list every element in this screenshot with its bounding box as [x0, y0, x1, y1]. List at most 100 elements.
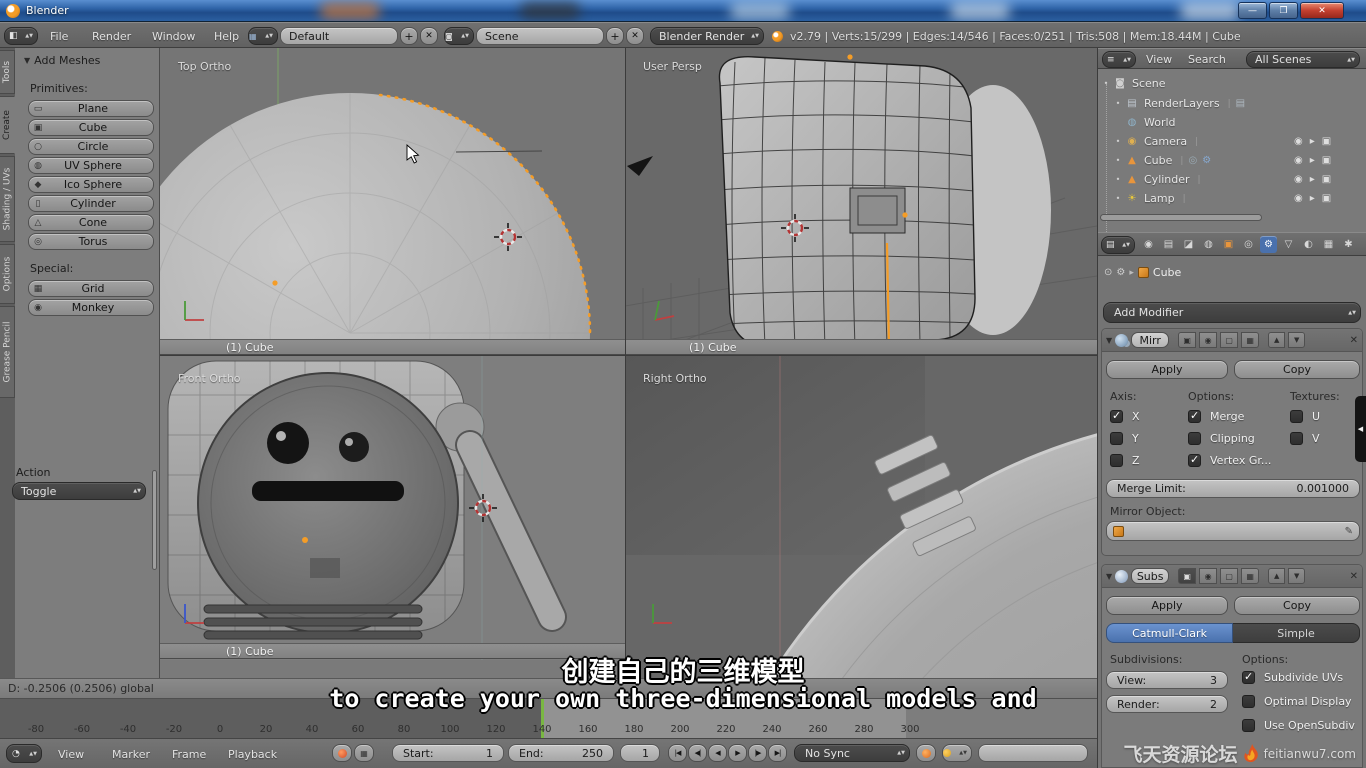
- disclosure-icon[interactable]: •: [1112, 137, 1124, 146]
- menu-file[interactable]: File: [50, 30, 68, 43]
- tab-material[interactable]: ◐: [1300, 236, 1317, 253]
- selectability-cursor-icon[interactable]: ▸: [1310, 174, 1315, 185]
- visibility-eye-icon[interactable]: ◉: [1294, 174, 1303, 185]
- shelf-tab-options[interactable]: Options: [0, 244, 15, 304]
- viewport-right-ortho[interactable]: [625, 355, 1097, 678]
- move-modifier-down-button[interactable]: ▼: [1288, 568, 1306, 584]
- timeline-editor-type-button[interactable]: ◔ ▲▼: [6, 744, 42, 763]
- selectability-cursor-icon[interactable]: ▸: [1310, 136, 1315, 147]
- render-visibility-toggle[interactable]: ▣: [1178, 332, 1197, 348]
- screen-layout-icon-button[interactable]: ▦ ▲▼: [248, 27, 278, 45]
- modifier-name-field[interactable]: Mirr: [1131, 332, 1170, 348]
- render-restrict-icon[interactable]: ▣: [1322, 193, 1331, 204]
- checkbox[interactable]: [1188, 453, 1201, 467]
- tab-modifiers[interactable]: ⚙: [1260, 236, 1277, 253]
- checkbox[interactable]: [1290, 432, 1303, 445]
- tab-particles[interactable]: ✱: [1340, 236, 1357, 253]
- move-modifier-up-button[interactable]: ▲: [1268, 332, 1286, 348]
- tab-constraints[interactable]: ◎: [1240, 236, 1257, 253]
- add-meshes-panel-header[interactable]: ▼ Add Meshes: [24, 54, 100, 67]
- outliner-item-label[interactable]: Cube: [1144, 154, 1172, 167]
- jump-to-end-button[interactable]: ▶|: [768, 744, 787, 762]
- disclosure-icon[interactable]: •: [1100, 79, 1112, 88]
- checkbox[interactable]: [1188, 432, 1201, 445]
- add-modifier-dropdown[interactable]: Add Modifier ▲▼: [1103, 302, 1361, 323]
- frame-start-field[interactable]: Start: 1: [392, 744, 504, 762]
- add-ico-sphere-button[interactable]: ◆ Ico Sphere: [28, 176, 154, 193]
- add-circle-button[interactable]: ○ Circle: [28, 138, 154, 155]
- editmode-visibility-toggle[interactable]: ▢: [1220, 332, 1239, 348]
- remove-layout-button[interactable]: ✕: [420, 27, 438, 45]
- mirror-copy-button[interactable]: Copy: [1234, 360, 1360, 379]
- maximize-button[interactable]: ❐: [1269, 2, 1298, 19]
- autokey-record-button[interactable]: [332, 744, 352, 762]
- tab-world[interactable]: ◍: [1200, 236, 1217, 253]
- axis-z-checkbox[interactable]: Z: [1110, 454, 1140, 467]
- outliner-item-label[interactable]: Lamp: [1144, 192, 1175, 205]
- disclosure-icon[interactable]: •: [1112, 99, 1124, 108]
- outliner-item-label[interactable]: RenderLayers: [1144, 97, 1220, 110]
- texture-u-checkbox[interactable]: U: [1290, 410, 1320, 423]
- add-scene-button[interactable]: +: [606, 27, 624, 45]
- outliner-row-camera[interactable]: • ◉ Camera |: [1112, 132, 1199, 151]
- delete-modifier-button[interactable]: ✕: [1350, 571, 1358, 582]
- viewport-top-ortho[interactable]: [160, 48, 625, 355]
- cage-toggle[interactable]: ▦: [1241, 568, 1260, 584]
- action-toggle-dropdown[interactable]: Toggle ▲▼: [12, 482, 146, 500]
- eyedropper-icon[interactable]: ✎: [1345, 526, 1353, 537]
- tab-object[interactable]: ▣: [1220, 236, 1237, 253]
- tab-render-layers[interactable]: ▤: [1160, 236, 1177, 253]
- shelf-tab-grease-pencil[interactable]: Grease Pencil: [0, 306, 15, 398]
- texture-v-checkbox[interactable]: V: [1290, 432, 1320, 445]
- visibility-eye-icon[interactable]: ◉: [1294, 136, 1303, 147]
- jump-to-start-button[interactable]: |◀: [668, 744, 687, 762]
- simple-button[interactable]: Simple: [1233, 623, 1360, 643]
- disclosure-icon[interactable]: •: [1112, 175, 1124, 184]
- shelf-scrollbar[interactable]: [152, 470, 157, 570]
- viewport-user-persp[interactable]: [625, 48, 1097, 355]
- axis-y-checkbox[interactable]: Y: [1110, 432, 1139, 445]
- viewport-front-ortho[interactable]: [160, 355, 625, 660]
- menu-render[interactable]: Render: [92, 30, 131, 43]
- viewport-visibility-toggle[interactable]: ◉: [1199, 568, 1218, 584]
- play-button[interactable]: ▶: [728, 744, 747, 762]
- viewport-split-horizontal[interactable]: [160, 355, 1097, 356]
- visibility-eye-icon[interactable]: ◉: [1294, 155, 1303, 166]
- move-modifier-up-button[interactable]: ▲: [1268, 568, 1286, 584]
- shelf-tab-shading-uvs[interactable]: Shading / UVs: [0, 156, 15, 242]
- add-cone-button[interactable]: △ Cone: [28, 214, 154, 231]
- active-keying-set-field[interactable]: [978, 744, 1088, 762]
- panel-expand-icon[interactable]: ▼: [1106, 572, 1112, 581]
- pin-icon[interactable]: ⊙: [1104, 267, 1112, 278]
- mirror-object-field[interactable]: ✎: [1106, 521, 1360, 541]
- menu-help[interactable]: Help: [214, 30, 239, 43]
- timeline-menu-frame[interactable]: Frame: [172, 748, 206, 761]
- editmode-visibility-toggle[interactable]: ▢: [1220, 568, 1239, 584]
- cage-toggle[interactable]: ▦: [1241, 332, 1260, 348]
- subsurf-apply-button[interactable]: Apply: [1106, 596, 1228, 615]
- checkbox[interactable]: [1188, 409, 1201, 423]
- tab-render[interactable]: ◉: [1140, 236, 1157, 253]
- outliner-item-label[interactable]: World: [1144, 116, 1176, 129]
- keying-lock-button[interactable]: ▦: [354, 744, 374, 762]
- minimize-button[interactable]: —: [1238, 2, 1267, 19]
- panel-expand-icon[interactable]: ▼: [1106, 336, 1112, 345]
- prev-keyframe-button[interactable]: ◀|: [688, 744, 707, 762]
- restrict-icons-camera[interactable]: ◉ ▸ ▣: [1294, 136, 1331, 147]
- checkbox[interactable]: [1242, 719, 1255, 732]
- sync-mode-dropdown[interactable]: No Sync ▲▼: [794, 744, 910, 762]
- region-collapse-arrow[interactable]: ◀: [1355, 396, 1366, 462]
- render-restrict-icon[interactable]: ▣: [1322, 136, 1331, 147]
- timeline-menu-marker[interactable]: Marker: [112, 748, 150, 761]
- selectability-cursor-icon[interactable]: ▸: [1310, 155, 1315, 166]
- delete-modifier-button[interactable]: ✕: [1350, 335, 1358, 346]
- checkbox[interactable]: [1110, 454, 1123, 467]
- selectability-cursor-icon[interactable]: ▸: [1310, 193, 1315, 204]
- viewport-visibility-toggle[interactable]: ◉: [1199, 332, 1218, 348]
- clipping-checkbox[interactable]: Clipping: [1188, 432, 1255, 445]
- outliner-row-renderlayers[interactable]: • ▤ RenderLayers | ▤: [1112, 94, 1245, 113]
- add-monkey-button[interactable]: ◉ Monkey: [28, 299, 154, 316]
- outliner-menu-view[interactable]: View: [1146, 53, 1172, 66]
- modifier-name-field[interactable]: Subs: [1131, 568, 1170, 584]
- outliner-row-scene[interactable]: • ◙ Scene: [1100, 74, 1166, 93]
